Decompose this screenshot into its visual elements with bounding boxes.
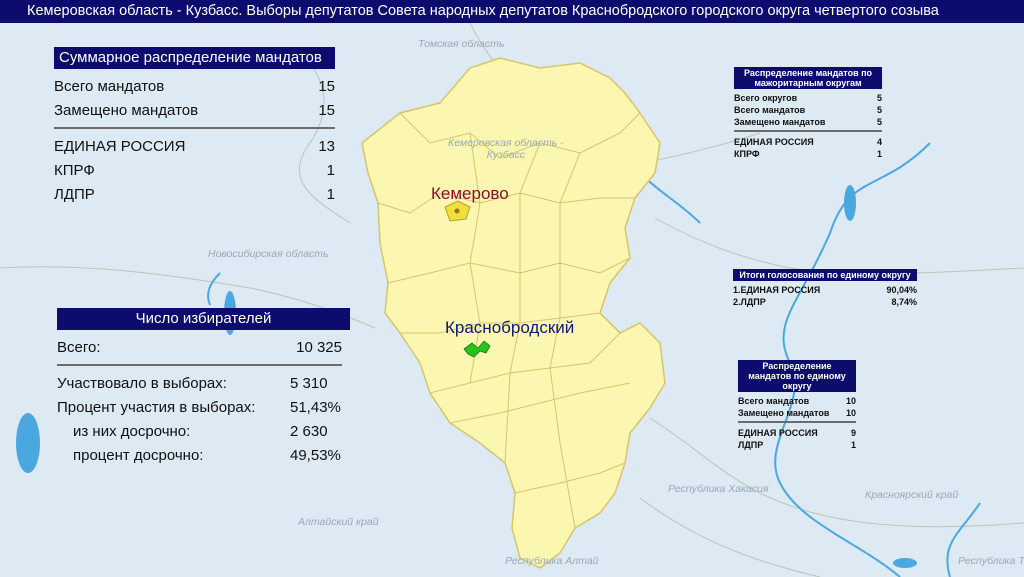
single-district-results-panel: Итоги голосования по единому округу 1.ЕД… — [733, 269, 917, 308]
party-row: ЛДПР 1 — [54, 183, 335, 207]
party-name: ЕДИНАЯ РОССИЯ — [738, 427, 818, 438]
voters-row-value: 5 310 — [290, 375, 328, 392]
summary-row-label: Всего мандатов — [54, 78, 165, 95]
majoritarian-row-label: Всего округов — [734, 93, 798, 103]
summary-row: Замещено мандатов 15 — [54, 99, 335, 123]
kemerovo-region[interactable] — [361, 57, 666, 569]
party-value: 1 — [850, 439, 856, 450]
single-district-row-label: Всего мандатов — [738, 396, 810, 406]
voters-total-label: Всего: — [57, 339, 101, 356]
single-district-row-value: 10 — [845, 396, 856, 406]
party-row: ЛДПР 1 — [738, 439, 856, 451]
majoritarian-row-label: Всего мандатов — [734, 105, 806, 115]
voters-row: процент досрочно: 49,53% — [57, 444, 350, 468]
result-party: 2.ЛДПР — [733, 297, 766, 307]
result-row: 2.ЛДПР 8,74% — [733, 296, 917, 308]
party-name: ЕДИНАЯ РОССИЯ — [54, 138, 186, 155]
voters-row-label: Процент участия в выборах: — [57, 399, 256, 416]
single-district-row: Всего мандатов 10 — [738, 395, 856, 407]
party-name: ЛДПР — [54, 186, 95, 203]
result-percent: 8,74% — [891, 297, 917, 307]
majoritarian-row: Всего мандатов 5 — [734, 104, 882, 116]
party-value: 1 — [876, 148, 882, 159]
label-krasnoyarsk: Красноярский край — [865, 489, 959, 501]
party-row: ЕДИНАЯ РОССИЯ 9 — [738, 427, 856, 439]
majoritarian-panel: Распределение мандатов по мажоритарным о… — [734, 67, 882, 160]
label-kemerovo-city: Кемерово — [431, 184, 509, 203]
party-value: 4 — [876, 136, 882, 147]
result-percent: 90,04% — [886, 285, 917, 295]
divider — [57, 364, 342, 366]
party-value: 13 — [318, 138, 335, 155]
party-name: КПРФ — [54, 162, 95, 179]
single-district-mandates-header: Распределение мандатов по единому округу — [738, 360, 856, 392]
label-kemerovo-region: Кемеровская область - Кузбасс — [448, 137, 564, 161]
lake — [893, 558, 917, 568]
voters-total-row: Всего: 10 325 — [57, 336, 342, 360]
voters-row-label: из них досрочно: — [73, 423, 191, 440]
voters-total-value: 10 325 — [296, 339, 342, 356]
summary-row-value: 15 — [318, 102, 335, 119]
party-name: ЛДПР — [738, 439, 764, 450]
voters-row: Участвовало в выборах: 5 310 — [57, 372, 350, 396]
majoritarian-row-value: 5 — [876, 93, 882, 103]
single-district-row: Замещено мандатов 10 — [738, 407, 856, 419]
mandates-summary-panel: Суммарное распределение мандатов Всего м… — [54, 47, 335, 207]
voters-row-value: 49,53% — [290, 447, 341, 464]
single-district-row-label: Замещено мандатов — [738, 408, 830, 418]
party-row: КПРФ 1 — [54, 159, 335, 183]
majoritarian-row: Всего округов 5 — [734, 92, 882, 104]
label-altai-republic: Республика Алтай — [505, 555, 599, 567]
single-district-row-value: 10 — [845, 408, 856, 418]
result-row: 1.ЕДИНАЯ РОССИЯ 90,04% — [733, 284, 917, 296]
party-row: ЕДИНАЯ РОССИЯ 13 — [54, 135, 335, 159]
divider — [54, 127, 335, 129]
summary-row-value: 15 — [318, 78, 335, 95]
voters-row-label: Участвовало в выборах: — [57, 375, 227, 392]
majoritarian-row-value: 5 — [876, 117, 882, 127]
voters-row: Процент участия в выборах: 51,43% — [57, 396, 350, 420]
party-row: КПРФ 1 — [734, 148, 882, 160]
majoritarian-row-value: 5 — [876, 105, 882, 115]
party-name: КПРФ — [734, 148, 760, 159]
majoritarian-row: Замещено мандатов 5 — [734, 116, 882, 128]
page-title: Кемеровская область - Кузбасс. Выборы де… — [0, 0, 1024, 23]
summary-row-label: Замещено мандатов — [54, 102, 199, 119]
single-district-mandates-panel: Распределение мандатов по единому округу… — [738, 360, 856, 451]
party-value: 1 — [326, 162, 335, 179]
majoritarian-row-label: Замещено мандатов — [734, 117, 826, 127]
label-tyva: Республика Тыва — [958, 555, 1024, 567]
voters-row: из них досрочно: 2 630 — [57, 420, 350, 444]
majoritarian-header: Распределение мандатов по мажоритарным о… — [734, 67, 882, 89]
divider — [738, 421, 856, 423]
party-value: 9 — [850, 427, 856, 438]
single-district-results-header: Итоги голосования по единому округу — [733, 269, 917, 281]
label-novosibirsk: Новосибирская область — [208, 248, 329, 260]
lake — [16, 413, 40, 473]
voters-row-value: 2 630 — [290, 423, 328, 440]
label-krasnobrodsky: Краснобродский — [445, 318, 575, 337]
party-row: ЕДИНАЯ РОССИЯ 4 — [734, 136, 882, 148]
lake — [844, 185, 856, 221]
label-khakassia: Республика Хакасия — [668, 483, 769, 495]
summary-row: Всего мандатов 15 — [54, 75, 335, 99]
mandates-summary-header: Суммарное распределение мандатов — [54, 47, 335, 69]
label-altai-krai: Алтайский край — [298, 516, 379, 528]
divider — [734, 130, 882, 132]
party-name: ЕДИНАЯ РОССИЯ — [734, 136, 814, 147]
voters-row-value: 51,43% — [290, 399, 341, 416]
voters-panel: Число избирателей Всего: 10 325 Участвов… — [57, 308, 350, 468]
result-party: 1.ЕДИНАЯ РОССИЯ — [733, 285, 821, 295]
voters-row-label: процент досрочно: — [73, 447, 204, 464]
label-tomsk: Томская область — [418, 38, 505, 50]
voters-header: Число избирателей — [57, 308, 350, 330]
party-value: 1 — [326, 186, 335, 203]
